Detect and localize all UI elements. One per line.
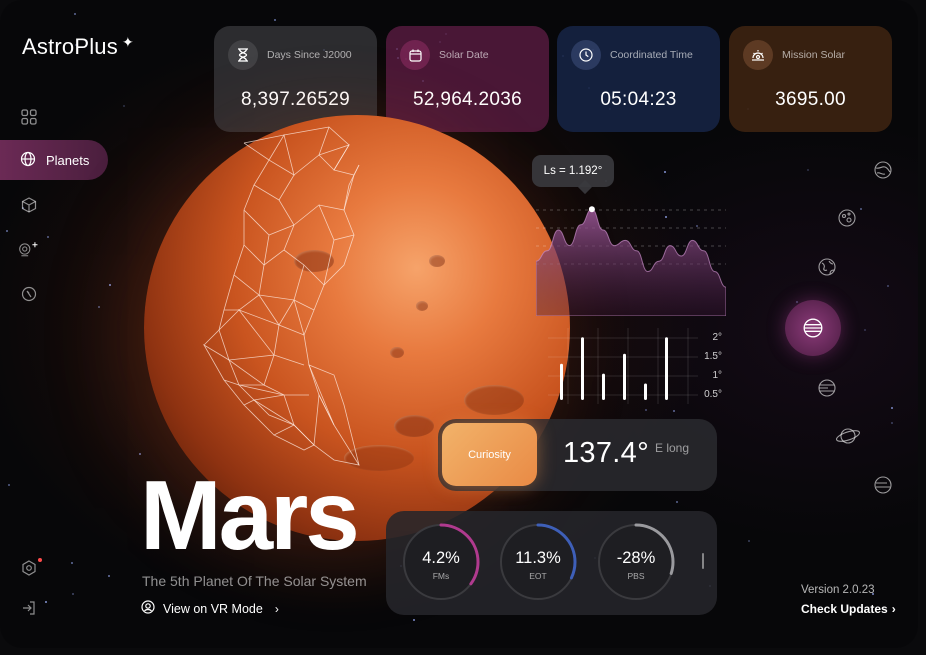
- star: [46, 236, 49, 239]
- jupiter-icon: [803, 318, 823, 338]
- cube-icon[interactable]: [18, 194, 40, 216]
- logout-icon[interactable]: [18, 597, 40, 619]
- earth-icon[interactable]: [817, 257, 837, 277]
- moon-icon[interactable]: [837, 208, 857, 228]
- stat-card-mission-solar[interactable]: Mission Solar 3695.00: [729, 26, 892, 132]
- bar-0: [560, 363, 563, 400]
- stat-label: Days Since J2000: [267, 49, 352, 61]
- vr-mode-label: View on VR Mode: [163, 601, 263, 616]
- app-version: Version 2.0.23: [801, 584, 875, 596]
- gauge-label: FMs: [432, 571, 450, 581]
- star: [412, 618, 415, 621]
- striped-planet-icon[interactable]: [817, 378, 837, 398]
- scroll-indicator[interactable]: [702, 553, 704, 569]
- gauge-value: 11.3%: [515, 549, 561, 567]
- bar-1: [581, 337, 584, 400]
- app-window: AstroPlus ✦ Planets Days Since J2000 8,3…: [0, 0, 918, 648]
- curiosity-button[interactable]: Curiosity: [442, 423, 537, 486]
- bar-2: [602, 373, 605, 400]
- gauge-fms[interactable]: 4.2% FMs: [401, 522, 481, 602]
- stat-value: 8,397.26529: [241, 89, 350, 110]
- star: [108, 575, 111, 578]
- stat-label: Mission Solar: [782, 49, 846, 61]
- star: [887, 285, 890, 288]
- y-tick-label: 1°: [712, 370, 722, 381]
- chevron-right-icon: ›: [274, 601, 279, 616]
- star: [273, 18, 276, 21]
- star: [663, 170, 666, 173]
- grid-icon[interactable]: [18, 106, 40, 128]
- neptune-icon[interactable]: [873, 475, 893, 495]
- sidebar-item-label: Planets: [46, 152, 90, 168]
- gauge-label: EOT: [529, 571, 547, 581]
- rover-longitude-value: 137.4°: [563, 437, 649, 469]
- bar-4: [644, 383, 647, 400]
- star: [859, 207, 862, 210]
- y-tick-label: 0.5°: [704, 389, 722, 400]
- calendar-icon: [400, 40, 430, 70]
- star: [7, 484, 10, 487]
- planet-title: Mars: [140, 460, 360, 570]
- star: [45, 601, 48, 604]
- gauge-eot[interactable]: 11.3% EOT: [498, 522, 578, 602]
- globe-icon[interactable]: [873, 160, 893, 180]
- clock-icon: [571, 40, 601, 70]
- rover-longitude-unit: E long: [655, 441, 690, 455]
- bar-3: [623, 353, 626, 400]
- star: [73, 13, 76, 16]
- stat-card-coordinated-time[interactable]: Coordinated Time 05:04:23: [557, 26, 720, 132]
- star: [675, 500, 678, 503]
- stat-label: Coordinated Time: [610, 49, 693, 61]
- star: [863, 329, 866, 332]
- chevron-right-icon: ›: [891, 602, 896, 616]
- chart-area-series: [536, 208, 726, 316]
- saturn-icon[interactable]: [835, 425, 861, 447]
- vr-mode-link[interactable]: View on VR Mode ›: [141, 600, 279, 617]
- stat-label: Solar Date: [439, 49, 489, 61]
- notification-dot: [38, 558, 42, 562]
- planet-subtitle: The 5th Planet Of The Solar System: [142, 573, 367, 589]
- y-tick-label: 1.5°: [704, 351, 722, 362]
- bar-5: [665, 337, 668, 400]
- star: [139, 452, 141, 455]
- star: [795, 301, 798, 304]
- star: [122, 105, 125, 108]
- check-updates-label: Check Updates: [801, 602, 888, 616]
- star: [108, 284, 111, 287]
- gear-icon[interactable]: [18, 557, 40, 579]
- star: [70, 562, 73, 565]
- stat-value: 3695.00: [775, 89, 846, 110]
- sidebar-item-planets[interactable]: Planets: [0, 140, 108, 180]
- stat-value: 52,964.2036: [413, 89, 522, 110]
- star: [98, 305, 101, 308]
- star: [891, 421, 894, 424]
- gauge-value: 4.2%: [422, 549, 460, 567]
- gauge-value: -28%: [616, 549, 656, 567]
- gauge-pbs[interactable]: -28% PBS: [596, 522, 676, 602]
- chart-highlight-point[interactable]: [588, 206, 595, 213]
- hourglass-icon: [228, 40, 258, 70]
- vr-headset-icon: [141, 600, 155, 617]
- star: [6, 230, 9, 233]
- star: [645, 409, 648, 412]
- gauge-label: PBS: [627, 571, 645, 581]
- sun-cycle-icon: [743, 40, 773, 70]
- brand-logo: AstroPlus ✦: [22, 34, 134, 60]
- stat-value: 05:04:23: [600, 89, 677, 110]
- chart-tooltip: Ls = 1.192°: [532, 155, 614, 187]
- brand-name: AstroPlus: [22, 34, 118, 59]
- globe-icon: [20, 151, 36, 170]
- star: [747, 539, 750, 542]
- star: [806, 169, 809, 172]
- check-updates-link[interactable]: Check Updates ›: [801, 602, 896, 616]
- star: [890, 406, 893, 409]
- compass-icon[interactable]: [18, 283, 40, 305]
- sparkle-icon: ✦: [121, 33, 134, 50]
- y-tick-label: 2°: [712, 332, 722, 343]
- jupiter-selector-active[interactable]: [785, 300, 841, 356]
- star: [71, 592, 74, 595]
- star: [672, 409, 675, 412]
- solar-longitude-area-chart[interactable]: [536, 196, 726, 316]
- telescope-icon[interactable]: [18, 238, 40, 260]
